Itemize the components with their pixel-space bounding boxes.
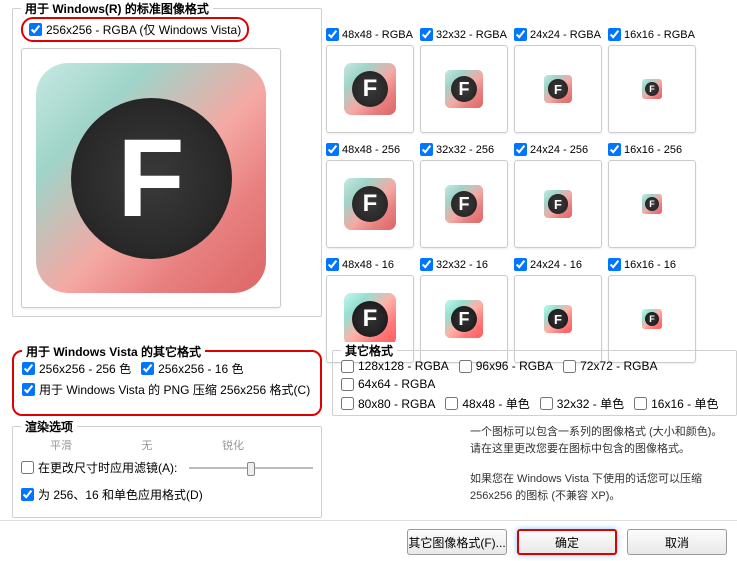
vista-other-legend: 用于 Windows Vista 的其它格式 <box>22 343 205 360</box>
render-options-group: 渲染选项 平滑 无 锐化 在更改尺寸时应用滤镜(A): 为 256、16 和单色… <box>12 426 322 518</box>
chk-48-rgba[interactable] <box>326 28 339 41</box>
preview-16-256: F <box>608 160 696 248</box>
chk-24-256[interactable] <box>514 143 527 156</box>
icon-f-large: F <box>36 63 266 293</box>
slider-mid-label: 无 <box>107 437 187 453</box>
button-bar: 其它图像格式(F)... 确定 取消 <box>407 529 727 555</box>
highlight-256-rgba: 256x256 - RGBA (仅 Windows Vista) <box>21 17 249 42</box>
preview-32-rgba: F <box>420 45 508 133</box>
chk-16-mono[interactable] <box>634 397 647 410</box>
sharpness-slider[interactable] <box>189 467 313 469</box>
chk-24-16[interactable] <box>514 258 527 271</box>
chk-128-rgba[interactable] <box>341 360 354 373</box>
chk-48-mono[interactable] <box>445 397 458 410</box>
preview-24-rgba: F <box>514 45 602 133</box>
chk-80-rgba[interactable] <box>341 397 354 410</box>
chk-vista-png[interactable] <box>22 383 35 396</box>
footer-divider <box>0 520 737 521</box>
chk-48-16[interactable] <box>326 258 339 271</box>
other-formats-button[interactable]: 其它图像格式(F)... <box>407 529 507 555</box>
chk-32-mono[interactable] <box>540 397 553 410</box>
render-options-legend: 渲染选项 <box>21 418 77 435</box>
chk-vista-256-16[interactable] <box>141 362 154 375</box>
slider-left-label: 平滑 <box>21 437 101 453</box>
chk-96-rgba[interactable] <box>459 360 472 373</box>
chk-256x256-rgba[interactable] <box>29 23 42 36</box>
chk-32-16[interactable] <box>420 258 433 271</box>
chk-64-rgba[interactable] <box>341 378 354 391</box>
help-line2: 如果您在 Windows Vista 下使用的话您可以压缩 256x256 的图… <box>470 471 730 504</box>
row-256: 48x48 - 256 F 32x32 - 256 F 24x24 - 256 … <box>326 143 731 248</box>
chk-32-256[interactable] <box>420 143 433 156</box>
chk-apply-formats[interactable] <box>21 488 34 501</box>
chk-72-rgba[interactable] <box>563 360 576 373</box>
other-formats-legend: 其它格式 <box>341 342 397 359</box>
chk-16-16[interactable] <box>608 258 621 271</box>
chk-32-rgba[interactable] <box>420 28 433 41</box>
sharpness-slider-row: 平滑 无 锐化 <box>21 437 313 453</box>
vista-other-group: 用于 Windows Vista 的其它格式 256x256 - 256 色 2… <box>12 350 322 416</box>
chk-16-rgba[interactable] <box>608 28 621 41</box>
slider-thumb[interactable] <box>247 462 255 476</box>
thumbnail-grid: 48x48 - RGBA F 32x32 - RGBA F 24x24 - RG… <box>326 28 731 363</box>
preview-48-rgba: F <box>326 45 414 133</box>
standard-formats-legend: 用于 Windows(R) 的标准图像格式 <box>21 0 213 17</box>
chk-filter-on-resize[interactable] <box>21 461 34 474</box>
chk-vista-256-256[interactable] <box>22 362 35 375</box>
other-formats-group: 其它格式 128x128 - RGBA 96x96 - RGBA 72x72 -… <box>332 350 737 416</box>
preview-32-256: F <box>420 160 508 248</box>
slider-right-label: 锐化 <box>193 437 273 453</box>
chk-256x256-rgba-label: 256x256 - RGBA (仅 Windows Vista) <box>46 21 241 38</box>
preview-256: F <box>21 48 281 308</box>
preview-48-256: F <box>326 160 414 248</box>
help-text: 一个图标可以包含一系列的图像格式 (大小和颜色)。请在这里更改您要在图标中包含的… <box>470 424 730 504</box>
row-rgba: 48x48 - RGBA F 32x32 - RGBA F 24x24 - RG… <box>326 28 731 133</box>
standard-formats-group: 用于 Windows(R) 的标准图像格式 256x256 - RGBA (仅 … <box>12 8 322 317</box>
preview-24-256: F <box>514 160 602 248</box>
ok-button[interactable]: 确定 <box>517 529 617 555</box>
preview-16-rgba: F <box>608 45 696 133</box>
cancel-button[interactable]: 取消 <box>627 529 727 555</box>
chk-16-256[interactable] <box>608 143 621 156</box>
chk-48-256[interactable] <box>326 143 339 156</box>
chk-24-rgba[interactable] <box>514 28 527 41</box>
help-line1: 一个图标可以包含一系列的图像格式 (大小和颜色)。请在这里更改您要在图标中包含的… <box>470 424 730 457</box>
